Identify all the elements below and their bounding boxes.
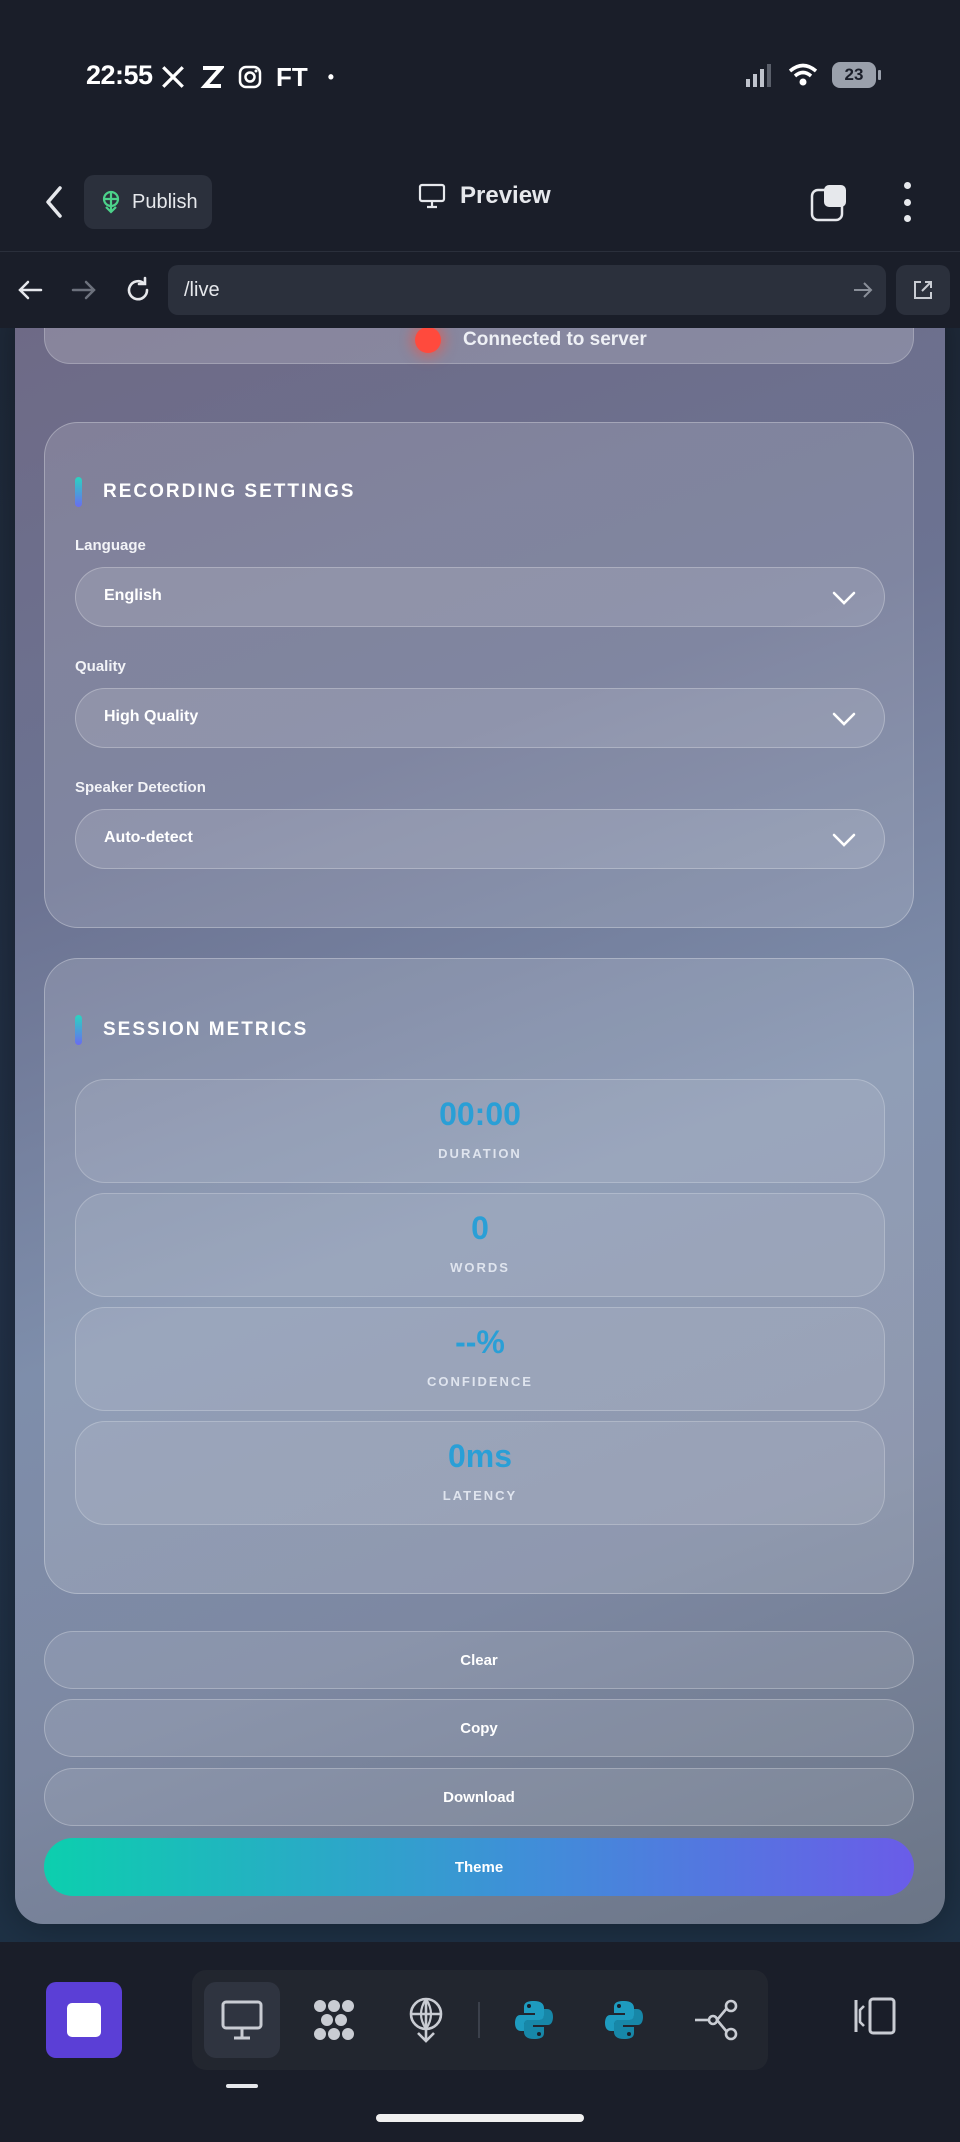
speaker-detection-select[interactable]: Auto-detect: [75, 809, 885, 869]
metric-label: LATENCY: [442, 1488, 518, 1503]
publish-button[interactable]: Publish: [84, 175, 212, 229]
tabs-icon[interactable]: [810, 184, 848, 222]
metric-label: DURATION: [438, 1146, 522, 1161]
language-label: Language: [75, 537, 146, 554]
tool-group: [192, 1970, 768, 2070]
dots-icon: [314, 2000, 354, 2040]
url-text: /live: [184, 278, 220, 301]
theme-button[interactable]: Theme: [44, 1838, 914, 1896]
publish-icon: [102, 190, 120, 214]
z-icon: [200, 66, 224, 88]
metric-words: 0 WORDS: [75, 1193, 885, 1297]
monitor-icon: [418, 183, 446, 209]
ft-label: FT: [276, 62, 308, 92]
browser-reload-button[interactable]: [118, 270, 158, 310]
preview-title: Preview: [418, 182, 551, 210]
speaker-detection-value: Auto-detect: [104, 829, 193, 846]
metric-value: 0ms: [447, 1438, 513, 1474]
signal-icon: [746, 64, 771, 87]
download-button[interactable]: Download: [44, 1768, 914, 1826]
toolbar-divider: [478, 2002, 480, 2038]
metric-label: CONFIDENCE: [427, 1374, 533, 1389]
app-header: Publish Preview: [0, 150, 960, 252]
metric-label: WORDS: [450, 1260, 510, 1275]
reload-icon: [127, 276, 149, 301]
quality-select[interactable]: High Quality: [75, 688, 885, 748]
recording-settings-title: RECORDING SETTINGS: [103, 481, 356, 502]
browser-forward-button[interactable]: [64, 270, 104, 310]
python-icon: [605, 2001, 643, 2039]
metric-value: 0: [471, 1210, 489, 1246]
status-bar: 22:55 FT • 23: [0, 0, 960, 150]
connection-status: Connected to server: [44, 328, 914, 364]
quality-value: High Quality: [104, 708, 199, 725]
connection-indicator: [415, 328, 441, 353]
active-tool-indicator: [226, 2084, 258, 2088]
chevron-down-icon: [832, 833, 856, 847]
stop-button[interactable]: [46, 1982, 122, 2058]
clear-button[interactable]: Clear: [44, 1631, 914, 1689]
wifi-icon: [788, 63, 818, 86]
status-notification-icons: FT •: [160, 60, 334, 94]
copy-button[interactable]: Copy: [44, 1699, 914, 1757]
back-chevron-icon[interactable]: [40, 182, 70, 222]
recording-settings-panel: RECORDING SETTINGS Language English Qual…: [44, 422, 914, 928]
satellite-icon: [409, 1997, 443, 2043]
arrow-right-icon: [71, 280, 96, 300]
stop-icon: [67, 2003, 101, 2037]
bottom-toolbar: [0, 1942, 960, 2142]
section-accent: [75, 477, 82, 507]
chevron-down-icon: [832, 712, 856, 726]
deploy-tool[interactable]: [388, 1982, 464, 2058]
share-tool[interactable]: [678, 1982, 754, 2058]
chevron-down-icon: [832, 591, 856, 605]
python-tool-1[interactable]: [496, 1982, 572, 2058]
external-link-icon: [914, 281, 932, 299]
status-system-icons: 23: [744, 62, 881, 88]
metric-duration: 00:00 DURATION: [75, 1079, 885, 1183]
metric-confidence: --% CONFIDENCE: [75, 1307, 885, 1411]
language-select[interactable]: English: [75, 567, 885, 627]
url-field[interactable]: /live: [168, 265, 886, 315]
battery-icon: 23: [832, 62, 881, 88]
status-dot: •: [327, 67, 335, 87]
panel-toggle-icon[interactable]: [850, 1996, 898, 2036]
instagram-icon: [238, 65, 262, 89]
home-indicator[interactable]: [376, 2114, 584, 2122]
connection-text: Connected to server: [463, 329, 647, 350]
metric-latency: 0ms LATENCY: [75, 1421, 885, 1525]
section-accent: [75, 1015, 82, 1045]
go-arrow-icon[interactable]: [852, 279, 874, 301]
browser-bar: /live: [0, 252, 960, 328]
desktop-icon: [221, 2000, 263, 2040]
session-metrics-panel: SESSION METRICS 00:00 DURATION 0 WORDS -…: [44, 958, 914, 1594]
language-value: English: [104, 587, 162, 604]
metric-value: --%: [455, 1324, 505, 1360]
open-external-button[interactable]: [896, 265, 950, 315]
browser-back-button[interactable]: [10, 270, 50, 310]
x-icon: [162, 66, 184, 88]
session-metrics-title: SESSION METRICS: [103, 1019, 309, 1040]
desktop-tool[interactable]: [204, 1982, 280, 2058]
speaker-detection-label: Speaker Detection: [75, 779, 206, 796]
quality-label: Quality: [75, 658, 126, 675]
python-icon: [515, 2001, 553, 2039]
preview-viewport: Connected to server RECORDING SETTINGS L…: [0, 328, 960, 1942]
preview-label: Preview: [460, 182, 551, 209]
share-node-icon: [695, 1999, 738, 2041]
publish-label: Publish: [132, 190, 198, 213]
status-time: 22:55: [86, 60, 153, 90]
dots-tool[interactable]: [296, 1982, 372, 2058]
arrow-left-icon: [18, 280, 43, 300]
metric-value: 00:00: [439, 1096, 521, 1132]
more-options-icon[interactable]: [902, 182, 912, 222]
python-tool-2[interactable]: [586, 1982, 662, 2058]
